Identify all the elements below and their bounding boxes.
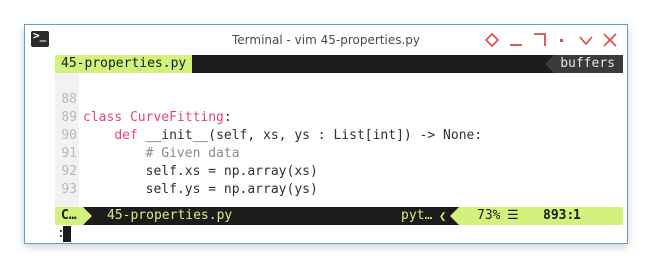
cursor-line: 893: xyxy=(543,208,575,223)
buffer-tabline: 45-properties.py buffers xyxy=(55,55,623,73)
dot-icon[interactable] xyxy=(553,30,571,50)
code-line: 89 def __init__(self, xs, ys : List[int]… xyxy=(55,91,623,143)
status-filetype: pyt… xyxy=(401,208,433,223)
vim-editor[interactable]: 45-properties.py buffers 88 class CurveF… xyxy=(55,55,623,243)
code-text: self.ys = np.array(ys) xyxy=(83,182,318,197)
separator-icon: ❮ xyxy=(439,209,447,223)
maximize-icon[interactable] xyxy=(531,30,549,50)
command-line[interactable]: : xyxy=(55,225,623,243)
terminal-window: >_ Terminal - vim 45-properties.py 45-pr… xyxy=(24,24,628,244)
status-line: C… 45-properties.py pyt… ❮ 73% ☰ 893: 1 xyxy=(55,207,623,225)
diamond-icon[interactable] xyxy=(483,30,501,50)
buffers-label: buffers xyxy=(545,55,623,73)
code-area[interactable]: 88 class CurveFitting: 89 def __init__(s… xyxy=(55,73,623,207)
scroll-percent: 73% xyxy=(477,208,501,223)
position-section: 73% ☰ 893: 1 xyxy=(450,207,623,225)
line-number: 93 xyxy=(55,181,77,199)
mode-indicator: C… xyxy=(55,207,92,225)
code-line: 90 # Given data xyxy=(55,109,623,161)
text-cursor xyxy=(63,226,71,242)
code-line: 92 self.ys = np.array(ys) xyxy=(55,145,623,197)
chevron-down-icon[interactable] xyxy=(577,30,595,50)
status-filename: 45-properties.py xyxy=(107,208,233,223)
code-line: 93 xyxy=(55,163,623,199)
code-line: 88 class CurveFitting: xyxy=(55,73,623,125)
lines-icon: ☰ xyxy=(507,208,519,223)
code-line: 91 self.xs = np.array(xs) xyxy=(55,127,623,179)
minimize-icon[interactable] xyxy=(507,30,525,50)
title-bar[interactable]: >_ Terminal - vim 45-properties.py xyxy=(25,25,627,55)
cursor-column: 1 xyxy=(573,208,581,223)
active-buffer-tab[interactable]: 45-properties.py xyxy=(55,55,193,73)
close-icon[interactable] xyxy=(601,30,619,50)
